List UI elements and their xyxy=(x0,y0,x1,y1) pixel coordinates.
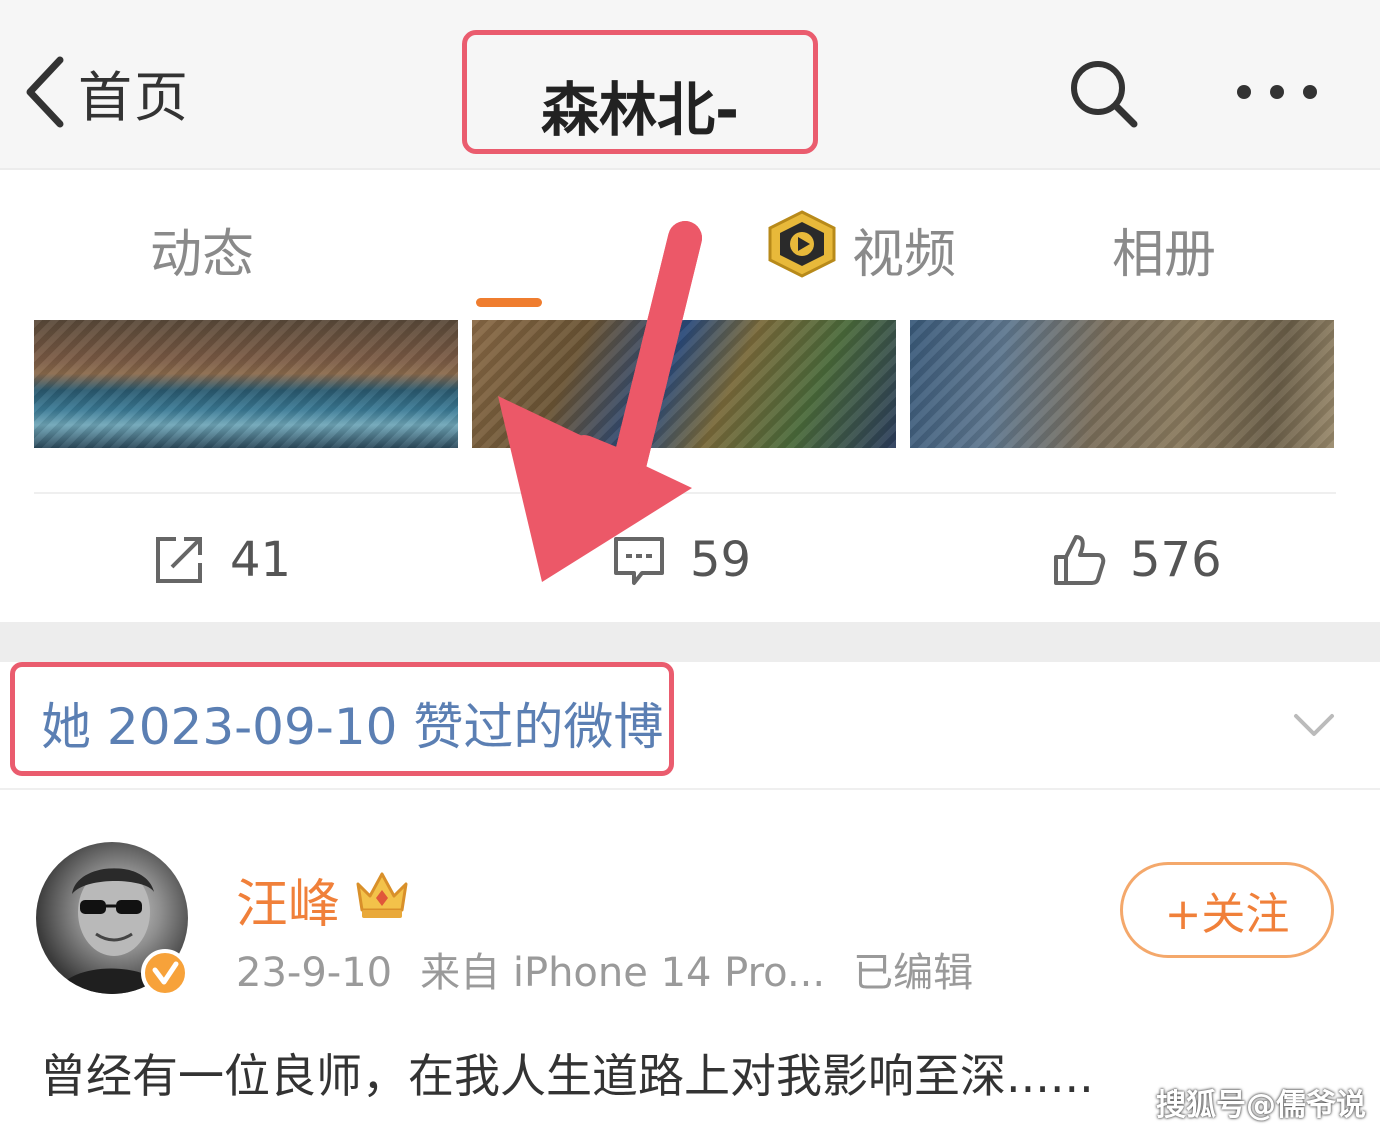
post-image-3[interactable] xyxy=(910,320,1334,448)
profile-tabs: 动态 视频 相册 xyxy=(0,172,1380,312)
username[interactable]: 汪峰 xyxy=(236,862,340,937)
divider xyxy=(0,788,1380,790)
comment-button[interactable]: 59 xyxy=(612,520,751,600)
post-meta: 23-9-10 来自 iPhone 14 Pro... 已编辑 xyxy=(236,940,1001,998)
watermark: 搜狐号@儒爷说 xyxy=(1156,1088,1366,1123)
verified-icon xyxy=(141,949,189,997)
chevron-down-icon[interactable] xyxy=(1290,700,1338,748)
like-button[interactable]: 576 xyxy=(1052,520,1222,600)
tab-album[interactable]: 相册 xyxy=(1112,212,1216,287)
repost-icon xyxy=(156,537,202,583)
liked-highlight-box: 她 2023-09-10 赞过的微博 xyxy=(10,662,674,776)
section-gap xyxy=(0,622,1380,662)
like-icon xyxy=(1054,535,1106,585)
follow-button[interactable]: +关注 xyxy=(1120,862,1334,958)
page-title: 森林北- xyxy=(540,76,740,144)
back-button[interactable]: 首页 xyxy=(22,52,190,132)
crown-icon xyxy=(356,872,408,918)
post-image-1[interactable] xyxy=(34,320,458,448)
repost-count: 41 xyxy=(230,532,292,588)
title-highlight-box: 森林北- xyxy=(462,30,818,154)
like-count: 576 xyxy=(1130,532,1222,588)
tab-active-indicator xyxy=(476,298,542,307)
post-edited: 已编辑 xyxy=(853,950,974,996)
post-image-2[interactable] xyxy=(472,320,896,448)
post-source: 来自 iPhone 14 Pro... xyxy=(420,950,826,996)
search-icon[interactable] xyxy=(1068,58,1140,130)
comment-count: 59 xyxy=(690,532,752,588)
chevron-left-icon xyxy=(26,56,64,128)
back-label: 首页 xyxy=(78,65,190,129)
post-images xyxy=(34,320,1336,448)
divider xyxy=(34,492,1336,494)
video-badge-icon xyxy=(768,210,836,278)
post-text[interactable]: 曾经有一位良师，在我人生道路上对我影响至深...... xyxy=(40,1040,1094,1106)
repost-button[interactable]: 41 xyxy=(152,520,291,600)
post-date: 23-9-10 xyxy=(236,950,393,996)
comment-icon xyxy=(614,537,664,585)
tab-video[interactable]: 视频 xyxy=(852,212,956,287)
top-nav-bar: 首页 森林北- xyxy=(0,0,1380,170)
liked-date-label[interactable]: 她 2023-09-10 赞过的微博 xyxy=(41,687,663,759)
more-icon[interactable] xyxy=(1232,72,1322,112)
tab-dynamic[interactable]: 动态 xyxy=(150,212,254,287)
